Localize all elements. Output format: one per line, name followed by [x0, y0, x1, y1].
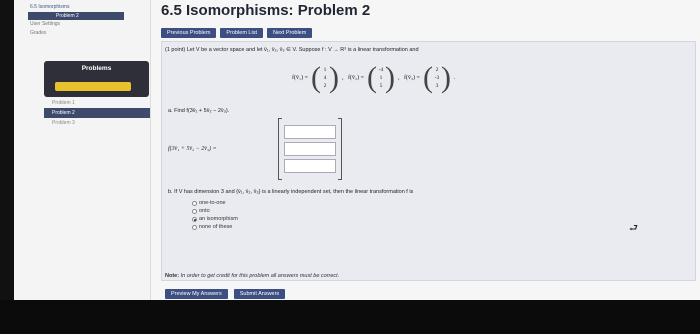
preview-answers-button[interactable]: Preview My Answers — [165, 289, 228, 299]
problems-title: Problems — [81, 65, 112, 72]
course-link[interactable]: 6.5 Isomorphisms — [30, 3, 150, 11]
option-one-to-one[interactable]: one-to-one — [192, 199, 238, 207]
credit-note: Note: In order to get credit for this pr… — [165, 273, 339, 279]
current-problem-link[interactable]: Problem 2 — [28, 12, 124, 20]
browser-screen: 6.5 Isomorphisms Problem 2 User Settings… — [14, 0, 700, 300]
option-isomorphism[interactable]: an isomorphism — [192, 215, 238, 223]
problem-list-button[interactable]: Problem List — [220, 28, 263, 38]
problems-panel: Problems — [44, 61, 149, 97]
answer-label: f(3v̄₁ + 5v̄₂ − 2v̄₃) = — [168, 146, 217, 152]
radio-button[interactable] — [192, 200, 197, 206]
note-label: Note: — [165, 273, 180, 279]
answer-input-2[interactable] — [284, 142, 336, 156]
radio-button-selected[interactable] — [192, 216, 197, 222]
def-label-1: f(v̄₁) = — [292, 75, 308, 81]
right-bracket — [338, 118, 342, 180]
next-problem-button[interactable]: Next Problem — [267, 28, 313, 38]
radio-button[interactable] — [192, 208, 197, 214]
option-onto[interactable]: onto — [192, 207, 238, 215]
def-label-2: f(v̄₂) = — [347, 75, 364, 81]
vector-3: ( 2 -3 3 ) — [422, 61, 451, 94]
sidebar: 6.5 Isomorphisms Problem 2 User Settings… — [14, 0, 151, 300]
page-title: 6.5 Isomorphisms: Problem 2 — [161, 2, 371, 19]
main-content: 6.5 Isomorphisms: Problem 2 Previous Pro… — [151, 0, 700, 300]
mouse-cursor-icon: ⮐ — [629, 223, 638, 234]
note-text: In order to get credit for this problem … — [180, 273, 340, 279]
user-settings-link[interactable]: User Settings — [30, 20, 150, 29]
problem-nav: Previous Problem Problem List Next Probl… — [161, 28, 313, 38]
radio-button[interactable] — [192, 224, 197, 230]
part-a-text: a. Find f(3v̄₁ + 5v̄₂ − 2v̄₃). — [168, 108, 230, 114]
submit-actions: Preview My Answers Submit Answers — [165, 289, 286, 299]
answer-row: f(3v̄₁ + 5v̄₂ − 2v̄₃) = — [168, 118, 342, 180]
problem-link-2[interactable]: Problem 2 — [44, 108, 150, 118]
answer-input-1[interactable] — [284, 125, 336, 139]
transformation-values: f(v̄₁) = ( 1 4 2 ) , f(v̄₂) = ( -4 1 5)… — [292, 61, 456, 94]
taskbar — [0, 300, 700, 334]
problem-box: (1 point) Let V be a vector space and le… — [161, 41, 696, 281]
previous-problem-button[interactable]: Previous Problem — [161, 28, 217, 38]
problem-link-1[interactable]: Problem 1 — [44, 98, 150, 108]
progress-bar — [55, 82, 131, 91]
submit-answers-button[interactable]: Submit Answers — [233, 289, 286, 299]
problem-list: Problem 1 Problem 2 Problem 3 — [44, 98, 150, 128]
options-group: one-to-one onto an isomorphism none of t… — [192, 199, 238, 231]
grades-link[interactable]: Grades — [30, 29, 150, 38]
def-label-3: f(v̄₃) = — [403, 75, 420, 81]
vector-1: ( 1 4 2 ) — [310, 61, 339, 94]
part-b-text: b. If V has dimension 3 and {v̄₁, v̄₂, v… — [168, 189, 414, 195]
vector-2: ( -4 1 5 ) — [366, 61, 395, 94]
answer-matrix — [278, 118, 342, 180]
problem-link-3[interactable]: Problem 3 — [44, 118, 150, 128]
answer-input-3[interactable] — [284, 159, 336, 173]
option-none[interactable]: none of these — [192, 223, 238, 231]
problem-intro: (1 point) Let V be a vector space and le… — [165, 47, 419, 53]
